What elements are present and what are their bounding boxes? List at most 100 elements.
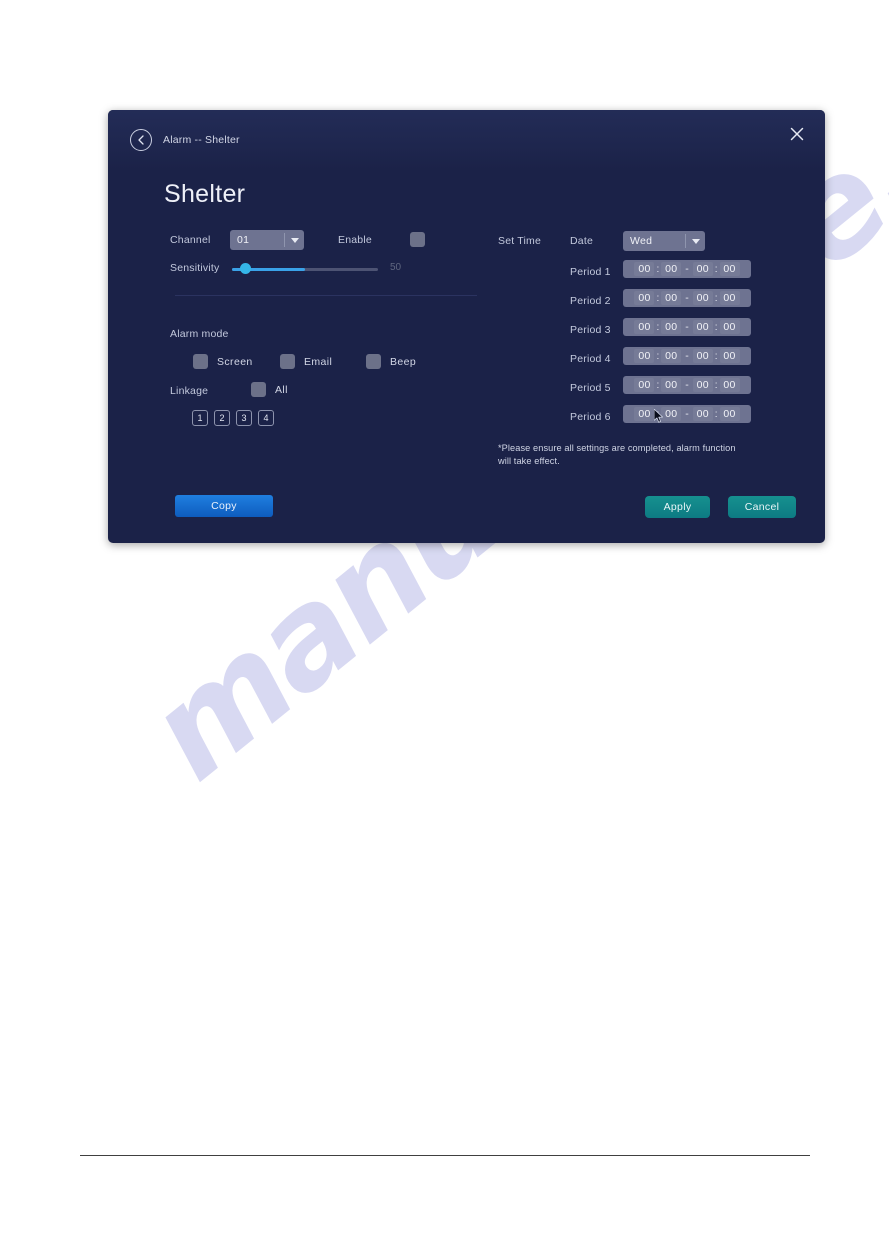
date-select-value: Wed <box>630 235 653 247</box>
end-minute[interactable]: 00 <box>719 407 740 421</box>
apply-button[interactable]: Apply <box>645 496 710 518</box>
linkage-channel-4[interactable]: 4 <box>258 410 274 426</box>
period-label: Period 5 <box>570 382 611 394</box>
range-dash: - <box>685 292 689 304</box>
cancel-button[interactable]: Cancel <box>728 496 796 518</box>
period-row: Period 3 00 : 00 - 00 : 00 <box>498 318 798 347</box>
channel-row: Channel 01 Enable <box>170 230 490 250</box>
back-button[interactable] <box>130 129 152 151</box>
time-separator: : <box>656 408 660 420</box>
end-hour[interactable]: 00 <box>692 320 713 334</box>
alarm-mode-label: Alarm mode <box>170 328 229 340</box>
start-hour[interactable]: 00 <box>634 320 655 334</box>
time-separator: : <box>714 350 718 362</box>
time-separator: : <box>714 408 718 420</box>
linkage-channel-buttons: 1 2 3 4 <box>192 410 274 426</box>
sensitivity-slider[interactable] <box>232 268 378 271</box>
time-separator: : <box>656 379 660 391</box>
alarm-mode-beep[interactable]: Beep <box>366 354 416 369</box>
period-label: Period 6 <box>570 411 611 423</box>
range-dash: - <box>685 408 689 420</box>
start-hour[interactable]: 00 <box>634 291 655 305</box>
linkage-channel-3[interactable]: 3 <box>236 410 252 426</box>
start-minute[interactable]: 00 <box>661 262 682 276</box>
end-hour[interactable]: 00 <box>692 349 713 363</box>
time-separator: : <box>714 379 718 391</box>
period-1-time-field[interactable]: 00 : 00 - 00 : 00 <box>623 260 751 278</box>
enable-label: Enable <box>338 234 372 246</box>
time-separator: : <box>656 321 660 333</box>
period-3-time-field[interactable]: 00 : 00 - 00 : 00 <box>623 318 751 336</box>
linkage-all-label: All <box>275 383 288 396</box>
period-2-time-field[interactable]: 00 : 00 - 00 : 00 <box>623 289 751 307</box>
beep-checkbox[interactable] <box>366 354 381 369</box>
period-row: Period 5 00 : 00 - 00 : 00 <box>498 376 798 405</box>
end-hour[interactable]: 00 <box>692 407 713 421</box>
dialog-header: Alarm -- Shelter <box>130 129 240 151</box>
channel-label: Channel <box>170 234 211 246</box>
sensitivity-value: 50 <box>390 262 402 273</box>
start-hour[interactable]: 00 <box>634 262 655 276</box>
screen-checkbox[interactable] <box>193 354 208 369</box>
beep-label: Beep <box>390 355 417 368</box>
period-row: Period 1 00 : 00 - 00 : 00 <box>498 260 798 289</box>
channel-select[interactable]: 01 <box>230 230 304 250</box>
sensitivity-row: Sensitivity 50 <box>170 260 500 276</box>
period-label: Period 1 <box>570 266 611 278</box>
chevron-down-icon <box>686 238 705 244</box>
period-list: Period 1 00 : 00 - 00 : 00 Period 2 00 :… <box>498 260 798 434</box>
start-minute[interactable]: 00 <box>661 407 682 421</box>
start-minute[interactable]: 00 <box>661 291 682 305</box>
start-hour[interactable]: 00 <box>634 378 655 392</box>
period-row: Period 4 00 : 00 - 00 : 00 <box>498 347 798 376</box>
range-dash: - <box>685 321 689 333</box>
period-label: Period 4 <box>570 353 611 365</box>
chevron-down-icon <box>285 237 304 243</box>
date-select[interactable]: Wed <box>623 231 705 251</box>
start-minute[interactable]: 00 <box>661 378 682 392</box>
enable-checkbox[interactable] <box>410 232 425 247</box>
linkage-channel-1[interactable]: 1 <box>192 410 208 426</box>
end-minute[interactable]: 00 <box>719 262 740 276</box>
alarm-mode-screen[interactable]: Screen <box>193 354 253 369</box>
shelter-alarm-dialog: Alarm -- Shelter Shelter Channel 01 Enab… <box>108 110 825 543</box>
close-button[interactable] <box>787 124 807 144</box>
period-label: Period 3 <box>570 324 611 336</box>
linkage-all-checkbox[interactable] <box>251 382 266 397</box>
end-hour[interactable]: 00 <box>692 378 713 392</box>
end-minute[interactable]: 00 <box>719 349 740 363</box>
period-row: Period 2 00 : 00 - 00 : 00 <box>498 289 798 318</box>
time-separator: : <box>656 263 660 275</box>
date-label: Date <box>570 235 593 247</box>
page-title: Shelter <box>164 180 246 208</box>
start-hour[interactable]: 00 <box>634 349 655 363</box>
end-minute[interactable]: 00 <box>719 291 740 305</box>
period-4-time-field[interactable]: 00 : 00 - 00 : 00 <box>623 347 751 365</box>
linkage-channel-2[interactable]: 2 <box>214 410 230 426</box>
breadcrumb: Alarm -- Shelter <box>163 134 240 146</box>
set-time-label: Set Time <box>498 235 542 247</box>
linkage-all-option[interactable]: All <box>251 382 288 397</box>
close-icon <box>790 127 804 141</box>
period-5-time-field[interactable]: 00 : 00 - 00 : 00 <box>623 376 751 394</box>
sensitivity-slider-thumb[interactable] <box>240 263 251 274</box>
copy-button[interactable]: Copy <box>175 495 273 517</box>
range-dash: - <box>685 263 689 275</box>
time-separator: : <box>714 321 718 333</box>
time-separator: : <box>714 263 718 275</box>
alarm-mode-email[interactable]: Email <box>280 354 332 369</box>
end-minute[interactable]: 00 <box>719 320 740 334</box>
period-label: Period 2 <box>570 295 611 307</box>
start-hour[interactable]: 00 <box>634 407 655 421</box>
chevron-left-icon <box>137 135 144 145</box>
end-hour[interactable]: 00 <box>692 262 713 276</box>
start-minute[interactable]: 00 <box>661 349 682 363</box>
period-row: Period 6 00 : 00 - 00 : 00 <box>498 405 798 434</box>
end-hour[interactable]: 00 <box>692 291 713 305</box>
end-minute[interactable]: 00 <box>719 378 740 392</box>
period-6-time-field[interactable]: 00 : 00 - 00 : 00 <box>623 405 751 423</box>
start-minute[interactable]: 00 <box>661 320 682 334</box>
range-dash: - <box>685 350 689 362</box>
email-checkbox[interactable] <box>280 354 295 369</box>
time-separator: : <box>656 350 660 362</box>
